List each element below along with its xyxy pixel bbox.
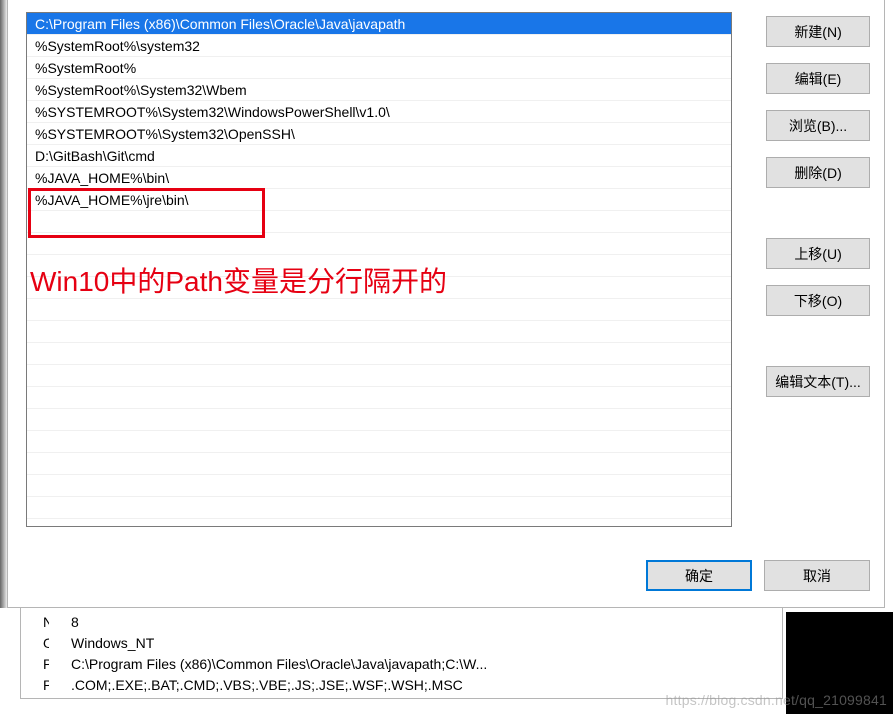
path-row-empty[interactable] [27,233,731,255]
path-row[interactable]: %SystemRoot% [27,57,731,79]
dialog-bottom-buttons: 确定 取消 [646,560,870,591]
env-var-name: OS [21,633,49,654]
path-row-empty[interactable] [27,475,731,497]
path-row[interactable]: %JAVA_HOME%\jre\bin\ [27,189,731,211]
env-var-name: Path [21,654,49,675]
path-row-empty[interactable] [27,321,731,343]
path-row-empty[interactable] [27,277,731,299]
move-down-button[interactable]: 下移(O) [766,285,870,316]
path-row-empty[interactable] [27,409,731,431]
path-row-empty[interactable] [27,431,731,453]
env-var-name: PATHEXT [21,675,49,696]
path-row-empty[interactable] [27,497,731,519]
env-vars-table[interactable]: NUMBER_OF_PROCESSORS8OSWindows_NTPathC:\… [21,612,782,696]
table-row[interactable]: OSWindows_NT [21,633,782,654]
env-var-value: 8 [49,612,782,633]
env-var-name: NUMBER_OF_PROCESSORS [21,612,49,633]
ok-button[interactable]: 确定 [646,560,752,591]
path-row[interactable]: %SystemRoot%\System32\Wbem [27,79,731,101]
path-row-empty[interactable] [27,255,731,277]
dialog-body: C:\Program Files (x86)\Common Files\Orac… [8,0,884,527]
path-row-empty[interactable] [27,365,731,387]
table-row[interactable]: NUMBER_OF_PROCESSORS8 [21,612,782,633]
path-row[interactable]: %SYSTEMROOT%\System32\OpenSSH\ [27,123,731,145]
env-var-value: C:\Program Files (x86)\Common Files\Orac… [49,654,782,675]
path-row[interactable]: %SystemRoot%\system32 [27,35,731,57]
path-row-empty[interactable] [27,387,731,409]
env-var-value: .COM;.EXE;.BAT;.CMD;.VBS;.VBE;.JS;.JSE;.… [49,675,782,696]
path-row-empty[interactable] [27,211,731,233]
edit-path-dialog: C:\Program Files (x86)\Common Files\Orac… [7,0,885,608]
path-row[interactable]: D:\GitBash\Git\cmd [27,145,731,167]
move-up-button[interactable]: 上移(U) [766,238,870,269]
cancel-button[interactable]: 取消 [764,560,870,591]
path-row-empty[interactable] [27,453,731,475]
path-row[interactable]: %SYSTEMROOT%\System32\WindowsPowerShell\… [27,101,731,123]
path-row-empty[interactable] [27,343,731,365]
path-row-empty[interactable] [27,299,731,321]
path-row[interactable]: %JAVA_HOME%\bin\ [27,167,731,189]
edit-button[interactable]: 编辑(E) [766,63,870,94]
table-row[interactable]: PathC:\Program Files (x86)\Common Files\… [21,654,782,675]
background-dark-region [786,612,893,714]
background-env-vars-panel: NUMBER_OF_PROCESSORS8OSWindows_NTPathC:\… [20,608,783,699]
edit-text-button[interactable]: 编辑文本(T)... [766,366,870,397]
delete-button[interactable]: 删除(D) [766,157,870,188]
side-button-column: 新建(N) 编辑(E) 浏览(B)... 删除(D) 上移(U) 下移(O) 编… [766,12,870,527]
browse-button[interactable]: 浏览(B)... [766,110,870,141]
path-row[interactable]: C:\Program Files (x86)\Common Files\Orac… [27,13,731,35]
table-row[interactable]: PATHEXT.COM;.EXE;.BAT;.CMD;.VBS;.VBE;.JS… [21,675,782,696]
env-var-value: Windows_NT [49,633,782,654]
path-listbox[interactable]: C:\Program Files (x86)\Common Files\Orac… [26,12,732,527]
new-button[interactable]: 新建(N) [766,16,870,47]
